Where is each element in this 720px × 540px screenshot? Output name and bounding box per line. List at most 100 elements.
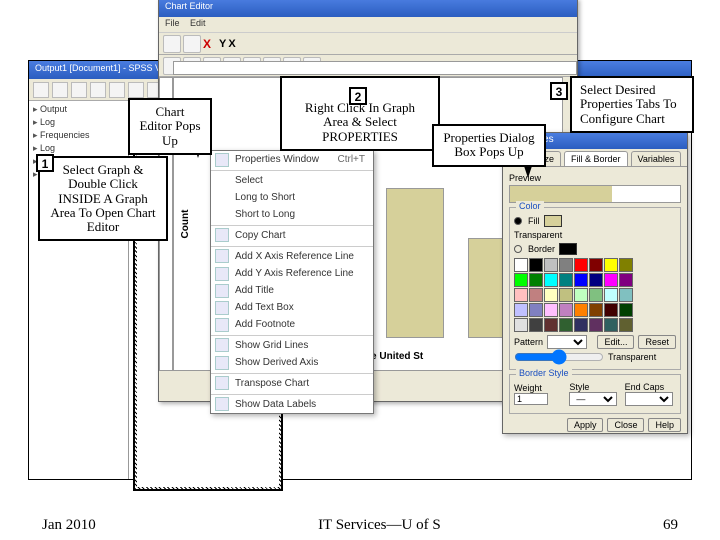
color-swatch[interactable] xyxy=(604,258,618,272)
callout-step-2: 2 Right Click In Graph Area & Select PRO… xyxy=(280,76,440,151)
undo-icon[interactable] xyxy=(109,82,125,98)
cm-show-labels[interactable]: Show Data Labels xyxy=(211,394,373,413)
fill-color-box[interactable] xyxy=(544,215,562,227)
color-swatch[interactable] xyxy=(529,273,543,287)
export-icon[interactable] xyxy=(90,82,106,98)
cm-transpose[interactable]: Transpose Chart xyxy=(211,373,373,392)
cm-add-title[interactable]: Add Title xyxy=(211,282,373,299)
cm-copy-chart[interactable]: Copy Chart xyxy=(211,225,373,244)
endcaps-select[interactable] xyxy=(625,392,673,406)
tool-y-icon[interactable]: Y xyxy=(219,38,226,50)
color-swatch[interactable] xyxy=(589,303,603,317)
cm-show-grid[interactable]: Show Grid Lines xyxy=(211,335,373,354)
color-swatch[interactable] xyxy=(514,273,528,287)
color-swatch[interactable] xyxy=(559,288,573,302)
tree-item[interactable]: Log xyxy=(31,116,126,129)
color-swatch[interactable] xyxy=(559,318,573,332)
color-swatch[interactable] xyxy=(529,318,543,332)
cm-add-x-ref[interactable]: Add X Axis Reference Line xyxy=(211,246,373,265)
color-swatch[interactable] xyxy=(544,288,558,302)
color-swatch[interactable] xyxy=(544,303,558,317)
color-swatch[interactable] xyxy=(574,303,588,317)
grid-icon xyxy=(215,338,229,352)
cm-properties[interactable]: Properties WindowCtrl+T xyxy=(211,151,373,168)
reset-button[interactable]: Reset xyxy=(638,335,676,349)
help-button[interactable]: Help xyxy=(648,418,681,432)
color-swatch[interactable] xyxy=(604,273,618,287)
color-swatch[interactable] xyxy=(559,273,573,287)
fill-radio[interactable] xyxy=(514,217,522,225)
color-swatch[interactable] xyxy=(559,303,573,317)
tool-icon[interactable] xyxy=(163,35,181,53)
open-icon[interactable] xyxy=(33,82,49,98)
color-group-title: Color xyxy=(516,201,544,211)
color-swatch[interactable] xyxy=(574,258,588,272)
color-swatch[interactable] xyxy=(619,273,633,287)
apply-button[interactable]: Apply xyxy=(567,418,604,432)
color-swatch[interactable] xyxy=(619,318,633,332)
tab-variables[interactable]: Variables xyxy=(631,151,682,166)
color-swatch[interactable] xyxy=(544,273,558,287)
cm-add-footnote[interactable]: Add Footnote xyxy=(211,316,373,333)
color-swatches[interactable] xyxy=(514,258,676,332)
color-swatch[interactable] xyxy=(619,258,633,272)
style-select[interactable]: — xyxy=(569,392,617,406)
color-swatch[interactable] xyxy=(514,318,528,332)
cm-show-derived[interactable]: Show Derived Axis xyxy=(211,354,373,371)
color-swatch[interactable] xyxy=(589,258,603,272)
color-swatch[interactable] xyxy=(589,318,603,332)
color-swatch[interactable] xyxy=(514,258,528,272)
color-swatch[interactable] xyxy=(589,288,603,302)
color-swatch[interactable] xyxy=(514,288,528,302)
color-swatch[interactable] xyxy=(574,273,588,287)
color-swatch[interactable] xyxy=(529,288,543,302)
redo-icon[interactable] xyxy=(128,82,144,98)
context-menu[interactable]: Properties WindowCtrl+T Select Long to S… xyxy=(210,150,374,414)
color-swatch[interactable] xyxy=(574,318,588,332)
color-swatch[interactable] xyxy=(544,258,558,272)
close-x-icon[interactable]: X xyxy=(203,37,211,51)
props-icon xyxy=(215,153,229,167)
menu-file[interactable]: File xyxy=(165,18,180,28)
transparency-slider[interactable] xyxy=(514,352,604,362)
cm-add-y-ref[interactable]: Add Y Axis Reference Line xyxy=(211,265,373,282)
color-swatch[interactable] xyxy=(619,303,633,317)
tool-x-icon[interactable]: X xyxy=(228,38,235,50)
color-swatch[interactable] xyxy=(619,288,633,302)
color-swatch[interactable] xyxy=(589,273,603,287)
chart-editor-titlebar: Chart Editor xyxy=(159,0,577,17)
print-icon[interactable] xyxy=(71,82,87,98)
color-swatch[interactable] xyxy=(529,303,543,317)
tool-icon[interactable] xyxy=(183,35,201,53)
cm-short-long[interactable]: Short to Long xyxy=(211,206,373,223)
bar[interactable] xyxy=(386,188,444,338)
step-number-2: 2 xyxy=(349,87,367,105)
tab-fill-border[interactable]: Fill & Border xyxy=(564,151,628,166)
color-swatch[interactable] xyxy=(604,288,618,302)
color-swatch[interactable] xyxy=(574,288,588,302)
border-color-box[interactable] xyxy=(559,243,577,255)
border-radio[interactable] xyxy=(514,245,522,253)
tree-item[interactable]: Frequencies xyxy=(31,129,126,142)
pattern-select[interactable] xyxy=(547,335,587,349)
color-swatch[interactable] xyxy=(604,303,618,317)
cm-select[interactable]: Select xyxy=(211,170,373,189)
menu-edit[interactable]: Edit xyxy=(190,18,206,28)
close-button[interactable]: Close xyxy=(607,418,644,432)
color-swatch[interactable] xyxy=(544,318,558,332)
color-swatch[interactable] xyxy=(604,318,618,332)
weight-input[interactable] xyxy=(514,393,548,405)
chart-editor-menubar[interactable]: File Edit xyxy=(159,17,577,33)
cm-add-textbox[interactable]: Add Text Box xyxy=(211,299,373,316)
chart-editor-toolbar-1[interactable]: X Y X xyxy=(159,33,577,55)
callout-properties-dialog: Properties Dialog Box Pops Up xyxy=(432,124,546,167)
color-swatch[interactable] xyxy=(559,258,573,272)
callout-step-3: 3 Select Desired Properties Tabs To Conf… xyxy=(570,76,694,133)
color-swatch[interactable] xyxy=(529,258,543,272)
footnote-icon xyxy=(215,318,229,332)
save-icon[interactable] xyxy=(52,82,68,98)
tree-item[interactable]: Output xyxy=(31,103,126,116)
color-swatch[interactable] xyxy=(514,303,528,317)
cm-long-short[interactable]: Long to Short xyxy=(211,189,373,206)
edit-button[interactable]: Edit... xyxy=(597,335,634,349)
